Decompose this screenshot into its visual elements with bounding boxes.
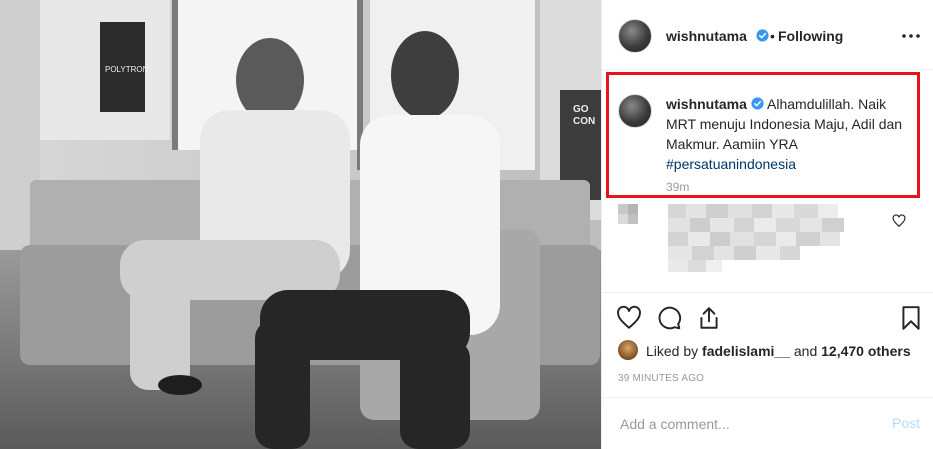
blurred-comment [618,204,844,272]
share-icon[interactable] [696,305,722,331]
caption-username[interactable]: wishnutama [666,96,747,112]
svg-text:CON: CON [573,116,595,127]
caption-author-avatar[interactable] [618,94,652,128]
caption-verified-badge-icon [751,97,764,110]
comment-like-heart-icon[interactable] [892,214,906,228]
header-separator: • [770,28,775,44]
liker-username[interactable]: fadelislami__ [702,343,790,359]
post-timestamp[interactable]: 39 MINUTES AGO [618,373,704,384]
author-username[interactable]: wishnutama [666,28,747,44]
action-bar [602,292,933,338]
author-avatar[interactable] [618,19,652,53]
comment-input[interactable] [618,413,872,435]
hashtag-link[interactable]: #persatuanindonesia [666,154,916,174]
verified-badge-icon [752,28,769,46]
likes-conjunction: and [793,343,818,359]
liker-avatar[interactable] [618,340,638,360]
post-side-panel: wishnutama • Following wishnutama Alhamd… [601,0,933,449]
photo-scene: POLYTRON GO CON [0,0,601,449]
post-photo[interactable]: POLYTRON GO CON [0,0,601,449]
caption: wishnutama Alhamdulillah. Naik MRT menuj… [666,94,916,174]
comment-form: Post [602,397,933,449]
more-horizontal-icon[interactable] [900,27,922,45]
heart-icon[interactable] [616,305,642,331]
post-comment-button[interactable]: Post [892,415,920,431]
polytron-sign-text: POLYTRON [105,65,149,74]
likes-prefix: Liked by [646,343,699,359]
bookmark-icon[interactable] [898,305,924,331]
following-button[interactable]: Following [778,28,843,44]
post-header: wishnutama • Following [602,0,933,70]
svg-text:GO: GO [573,104,589,115]
comment-icon[interactable] [656,305,682,331]
caption-time[interactable]: 39m [666,180,689,194]
likes-count[interactable]: 12,470 others [821,343,911,359]
